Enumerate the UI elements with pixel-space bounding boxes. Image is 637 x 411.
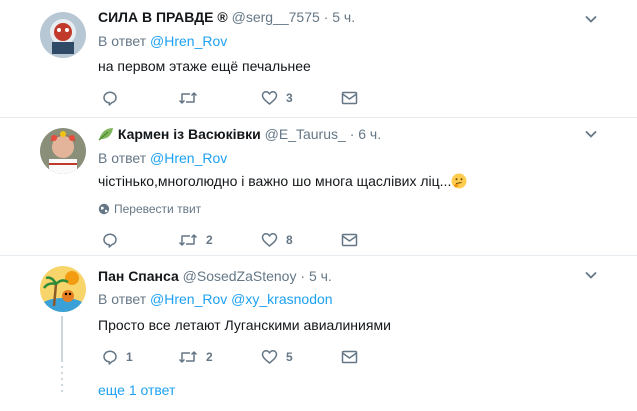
like-button[interactable]: 3	[261, 88, 293, 108]
timestamp[interactable]: 5 ч.	[332, 9, 355, 25]
reply-icon	[102, 349, 118, 365]
separator-dot: ·	[323, 9, 329, 25]
user-handle[interactable]: @SosedZaStenoy	[183, 268, 297, 284]
like-icon	[261, 232, 278, 248]
like-button[interactable]: 8	[261, 230, 293, 250]
tweet[interactable]: СИЛА В ПРАВДЕ ® @serg__7575 · 5 ч. В отв…	[0, 0, 637, 117]
translate-label: Перевести твит	[114, 202, 202, 216]
tweet-header: Кармен із Васюківки @E_Taurus_ · 6 ч.	[98, 126, 381, 144]
thinking-emoji-icon	[451, 173, 467, 189]
reply-mention[interactable]: @Hren_Rov	[150, 33, 227, 49]
message-button[interactable]	[341, 347, 358, 367]
user-handle[interactable]: @E_Taurus_	[265, 126, 346, 142]
reply-context: В ответ @Hren_Rov	[98, 33, 227, 49]
message-icon	[341, 90, 358, 106]
reply-count: 1	[126, 350, 133, 364]
retweet-button[interactable]: 2	[178, 347, 213, 367]
retweet-icon	[178, 90, 198, 106]
reply-context: В ответ @Hren_Rov @xy_krasnodon	[98, 291, 333, 307]
retweet-count: 2	[206, 350, 213, 364]
message-icon	[341, 349, 358, 365]
message-button[interactable]	[341, 88, 358, 108]
show-more-replies-link[interactable]: еще 1 ответ	[98, 382, 175, 398]
tweet-text-content: чістінько,многолюдно і важно шо многа ща…	[98, 173, 452, 189]
reply-icon	[102, 232, 118, 248]
tweet-text: Просто все летают Луганскими авиалиниями	[98, 317, 391, 333]
like-count: 8	[286, 233, 293, 247]
display-name[interactable]: Пан Спанса	[98, 268, 179, 284]
like-count: 3	[286, 91, 293, 105]
tweet-actions: 2 8	[98, 230, 398, 250]
caret-down-icon[interactable]	[584, 127, 598, 146]
reply-prefix: В ответ	[98, 291, 147, 307]
like-count: 5	[286, 350, 293, 364]
reply-mention[interactable]: @Hren_Rov	[150, 291, 227, 307]
caret-down-icon[interactable]	[584, 268, 598, 287]
retweet-button[interactable]: 2	[178, 230, 213, 250]
reply-prefix: В ответ	[98, 150, 147, 166]
retweet-icon	[178, 349, 198, 365]
user-handle[interactable]: @serg__7575	[232, 9, 320, 25]
reply-mention[interactable]: @Hren_Rov	[150, 150, 227, 166]
retweet-icon	[178, 232, 198, 248]
separator-dot: ·	[349, 126, 355, 142]
message-icon	[341, 232, 358, 248]
like-icon	[261, 349, 278, 365]
tweet[interactable]: Пан Спанса @SosedZaStenoy · 5 ч. В ответ…	[0, 256, 637, 411]
tweet[interactable]: Кармен із Васюківки @E_Taurus_ · 6 ч. В …	[0, 118, 637, 255]
globe-icon	[98, 203, 110, 218]
reply-button[interactable]: 1	[102, 347, 133, 367]
timestamp[interactable]: 6 ч.	[358, 126, 381, 142]
retweet-button[interactable]	[178, 88, 206, 108]
avatar[interactable]	[40, 266, 86, 312]
tweet-text: на первом этаже ещё печальнее	[98, 58, 311, 74]
like-icon	[261, 90, 278, 106]
avatar[interactable]	[40, 12, 86, 58]
tweet-actions: 3	[98, 88, 398, 108]
caret-down-icon[interactable]	[584, 12, 598, 31]
display-name[interactable]: Кармен із Васюківки	[118, 126, 261, 142]
timestamp[interactable]: 5 ч.	[309, 268, 332, 284]
tweet-header: СИЛА В ПРАВДЕ ® @serg__7575 · 5 ч.	[98, 9, 355, 25]
separator-dot: ·	[300, 268, 306, 284]
tweet-text: чістінько,многолюдно і важно шо многа ща…	[98, 173, 467, 189]
retweet-count: 2	[206, 233, 213, 247]
reply-button[interactable]	[102, 230, 126, 250]
tweet-header: Пан Спанса @SosedZaStenoy · 5 ч.	[98, 268, 332, 284]
reply-context: В ответ @Hren_Rov	[98, 150, 227, 166]
reply-prefix: В ответ	[98, 33, 147, 49]
avatar[interactable]	[40, 128, 86, 174]
tweet-actions: 1 2 5	[98, 347, 398, 367]
display-name[interactable]: СИЛА В ПРАВДЕ ®	[98, 9, 228, 25]
reply-button[interactable]	[102, 88, 126, 108]
message-button[interactable]	[341, 230, 358, 250]
leaf-icon	[98, 127, 114, 144]
reply-icon	[102, 90, 118, 106]
like-button[interactable]: 5	[261, 347, 293, 367]
translate-link[interactable]: Перевести твит	[98, 202, 201, 218]
thread-connector	[61, 316, 63, 362]
thread-connector-dots	[61, 366, 63, 401]
reply-mention[interactable]: @xy_krasnodon	[231, 291, 332, 307]
